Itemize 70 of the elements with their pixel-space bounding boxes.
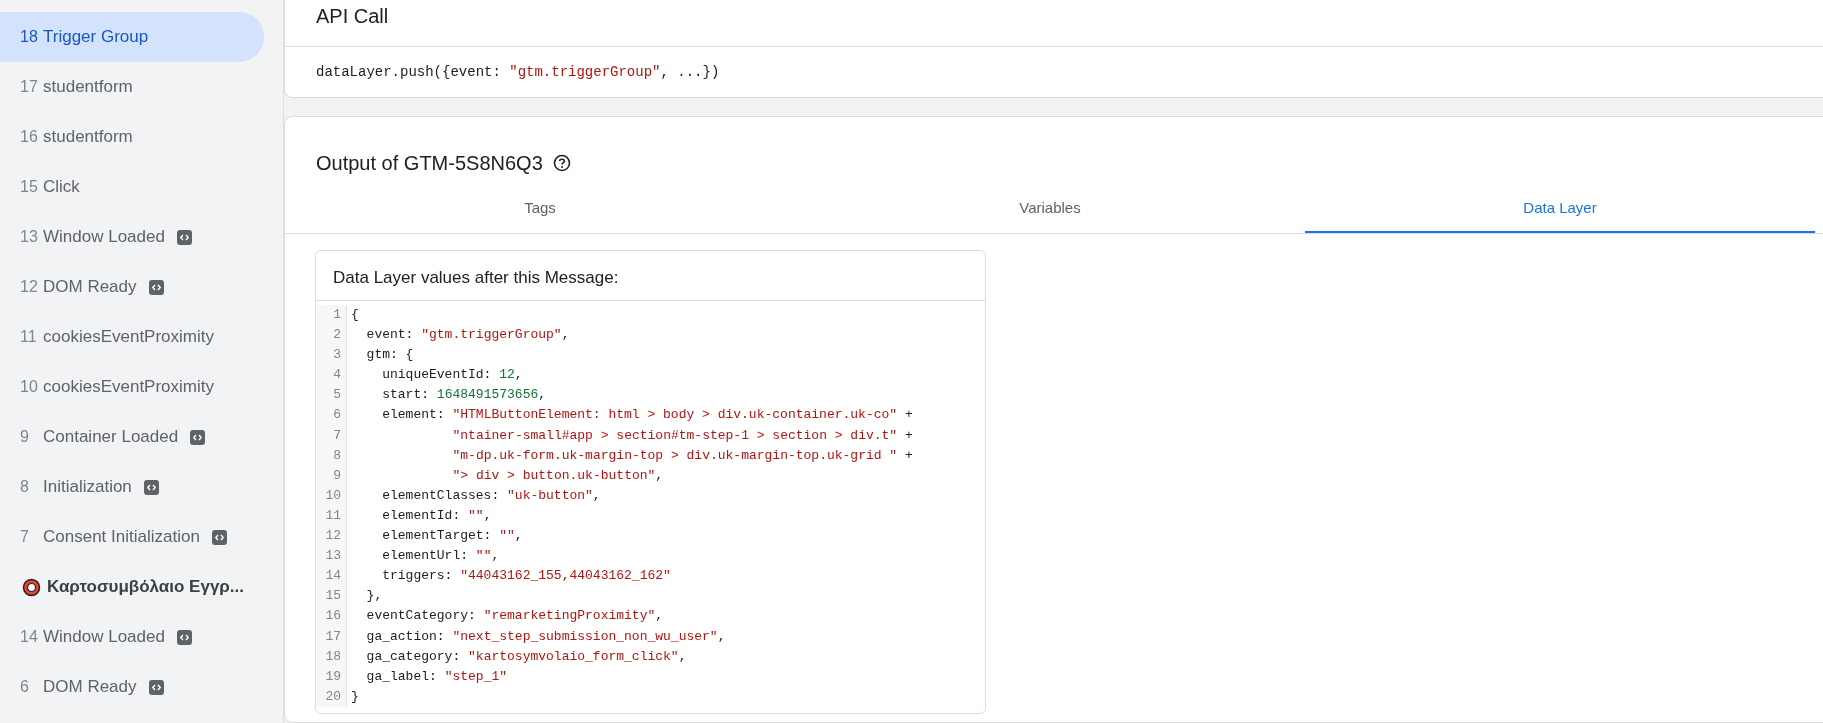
line-number: 19 xyxy=(316,666,346,687)
event-list-item[interactable]: 11 cookiesEventProximity xyxy=(0,312,264,362)
code-line: event: "gtm.triggerGroup", xyxy=(346,325,570,346)
line-number: 17 xyxy=(316,626,346,647)
code-line: ga_category: "kartosymvolaio_form_click", xyxy=(346,646,687,667)
code-line: uniqueEventId: 12, xyxy=(346,365,523,386)
line-number: 1 xyxy=(316,305,346,326)
event-list-item[interactable]: 8 Initialization xyxy=(0,462,264,512)
line-number: 9 xyxy=(316,465,346,486)
code-tag-icon xyxy=(148,679,164,695)
line-number: 5 xyxy=(316,385,346,406)
line-number: 4 xyxy=(316,365,346,386)
event-list-item[interactable]: 14 Window Loaded xyxy=(0,612,264,662)
code-line: element: "HTMLButtonElement: html > body > div.uk-container.uk-co" + xyxy=(346,405,913,426)
code-line: "> div > button.uk-button", xyxy=(346,465,664,486)
code-line: "m-dp.uk-form.uk-margin-top > div.uk-margin-top.uk-grid " + xyxy=(346,445,913,466)
line-number: 18 xyxy=(316,646,346,667)
code-line: gtm: { xyxy=(346,345,414,366)
event-list-item[interactable]: 12 DOM Ready xyxy=(0,262,264,312)
code-line: }, xyxy=(346,586,383,607)
line-number: 11 xyxy=(316,505,346,527)
event-list-item[interactable]: 18 Trigger Group xyxy=(0,12,264,62)
event-list-item[interactable]: 7 Consent Initialization xyxy=(0,512,264,562)
code-tag-icon xyxy=(143,479,159,495)
code-line: eventCategory: "remarketingProximity", xyxy=(346,606,664,627)
event-list-item[interactable]: 10 cookiesEventProximity xyxy=(0,362,264,412)
code-line: elementUrl: "", xyxy=(346,546,500,567)
code-line: triggers: "44043162_155,44043162_162" xyxy=(346,566,671,587)
code-tag-icon xyxy=(190,429,206,445)
line-number: 13 xyxy=(316,546,346,567)
code-line: "ntainer-small#app > section#tm-step-1 > section > div.t" + xyxy=(346,425,913,446)
page-list-item[interactable]: Καρτοσυμβόλαιο Εγγρ... xyxy=(0,562,264,612)
line-number: 16 xyxy=(316,606,346,627)
code-tag-icon xyxy=(211,529,227,545)
help-icon[interactable] xyxy=(552,154,571,172)
code-tag-icon xyxy=(148,279,164,295)
event-list-item[interactable]: 6 DOM Ready xyxy=(0,662,264,712)
tab[interactable]: Variables xyxy=(795,185,1305,233)
panel-title: Data Layer values after this Message: xyxy=(316,251,985,301)
code-line: start: 1648491573656, xyxy=(346,385,547,406)
code-line: elementTarget: "", xyxy=(346,526,523,547)
code-tag-icon xyxy=(176,229,192,245)
event-list-item[interactable]: 9 Container Loaded xyxy=(0,412,264,462)
card-title: Output of GTM-5S8N6Q3 xyxy=(316,151,543,175)
line-number: 20 xyxy=(316,686,346,707)
card-title: API Call xyxy=(285,0,1823,47)
code-line: elementClasses: "uk-button", xyxy=(346,485,601,506)
line-number: 10 xyxy=(316,485,346,506)
ring-icon xyxy=(22,577,41,597)
event-list-item[interactable]: 17 studentform xyxy=(0,62,264,112)
api-call-code: dataLayer.push({event: "gtm.triggerGroup", ...}) xyxy=(315,63,721,82)
line-number: 2 xyxy=(316,325,346,346)
code-line: elementId: "", xyxy=(346,505,492,527)
tab[interactable]: Data Layer xyxy=(1305,185,1815,233)
event-list-item[interactable]: 16 studentform xyxy=(0,112,264,162)
line-number: 12 xyxy=(316,526,346,547)
code-tag-icon xyxy=(176,629,192,645)
code-line: ga_action: "next_step_submission_non_wu_user", xyxy=(346,626,726,647)
code-line: } xyxy=(346,686,359,707)
code-line: { xyxy=(346,305,359,326)
line-number: 3 xyxy=(316,345,346,366)
tab[interactable]: Tags xyxy=(285,185,795,233)
line-number: 14 xyxy=(316,566,346,587)
code-line: ga_label: "step_1" xyxy=(346,666,508,687)
line-number: 8 xyxy=(316,445,346,466)
event-list-item[interactable]: 13 Window Loaded xyxy=(0,212,264,262)
event-list-item[interactable]: 15 Click xyxy=(0,162,264,212)
line-number: 6 xyxy=(316,405,346,426)
line-number: 7 xyxy=(316,425,346,446)
line-number: 15 xyxy=(316,586,346,607)
